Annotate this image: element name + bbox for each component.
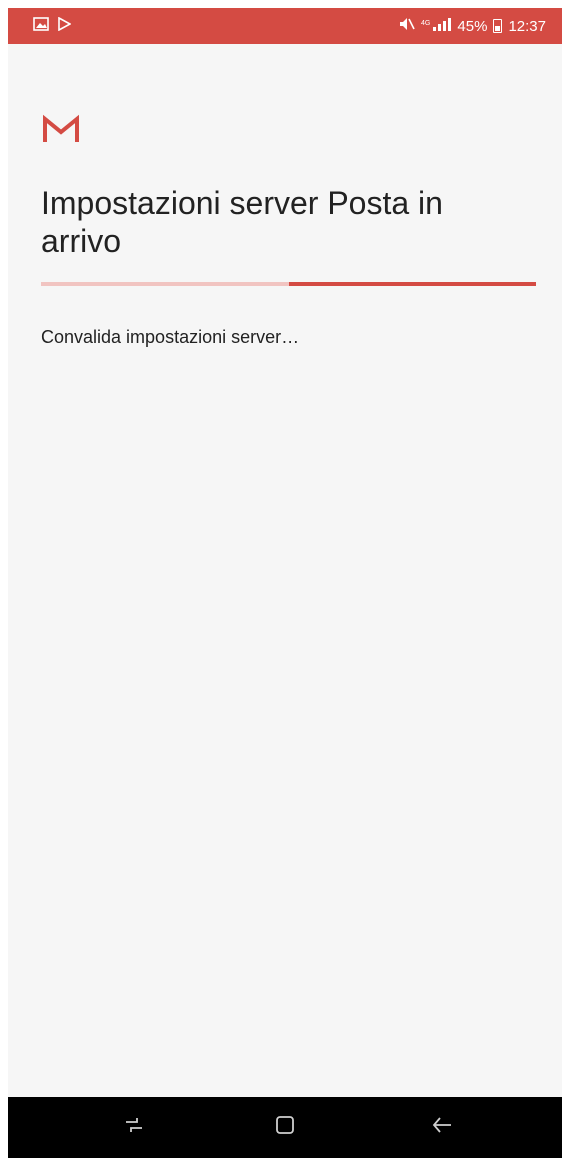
status-bar: 4G 45% 12:37 <box>8 8 562 44</box>
home-icon <box>274 1114 296 1141</box>
status-time: 12:37 <box>508 17 546 35</box>
home-button[interactable] <box>265 1109 305 1145</box>
gallery-icon <box>33 16 49 36</box>
progress-bar <box>41 282 536 286</box>
back-icon <box>431 1114 453 1141</box>
signal-icon: 4G <box>421 17 452 35</box>
mute-icon <box>399 17 416 35</box>
page-title: Impostazioni server Posta in arrivo <box>41 185 443 259</box>
phone-screen: 4G 45% 12:37 Impostazioni server Posta i… <box>8 8 562 1158</box>
validation-status-text: Convalida impostazioni server… <box>41 327 300 347</box>
recent-apps-icon <box>123 1114 145 1141</box>
recent-apps-button[interactable] <box>114 1109 154 1145</box>
status-left-icons <box>33 16 72 36</box>
back-button[interactable] <box>422 1109 462 1145</box>
progress-bar-fill <box>288 282 536 286</box>
battery-percent: 45% <box>457 17 488 35</box>
play-store-icon <box>57 16 72 36</box>
main-content: Impostazioni server Posta in arrivo Conv… <box>8 44 562 1097</box>
svg-text:4G: 4G <box>421 20 430 27</box>
navigation-bar <box>8 1097 562 1158</box>
gmail-logo-icon <box>41 114 81 144</box>
status-right-icons: 4G 45% 12:37 <box>399 16 546 36</box>
battery-icon <box>493 19 503 33</box>
